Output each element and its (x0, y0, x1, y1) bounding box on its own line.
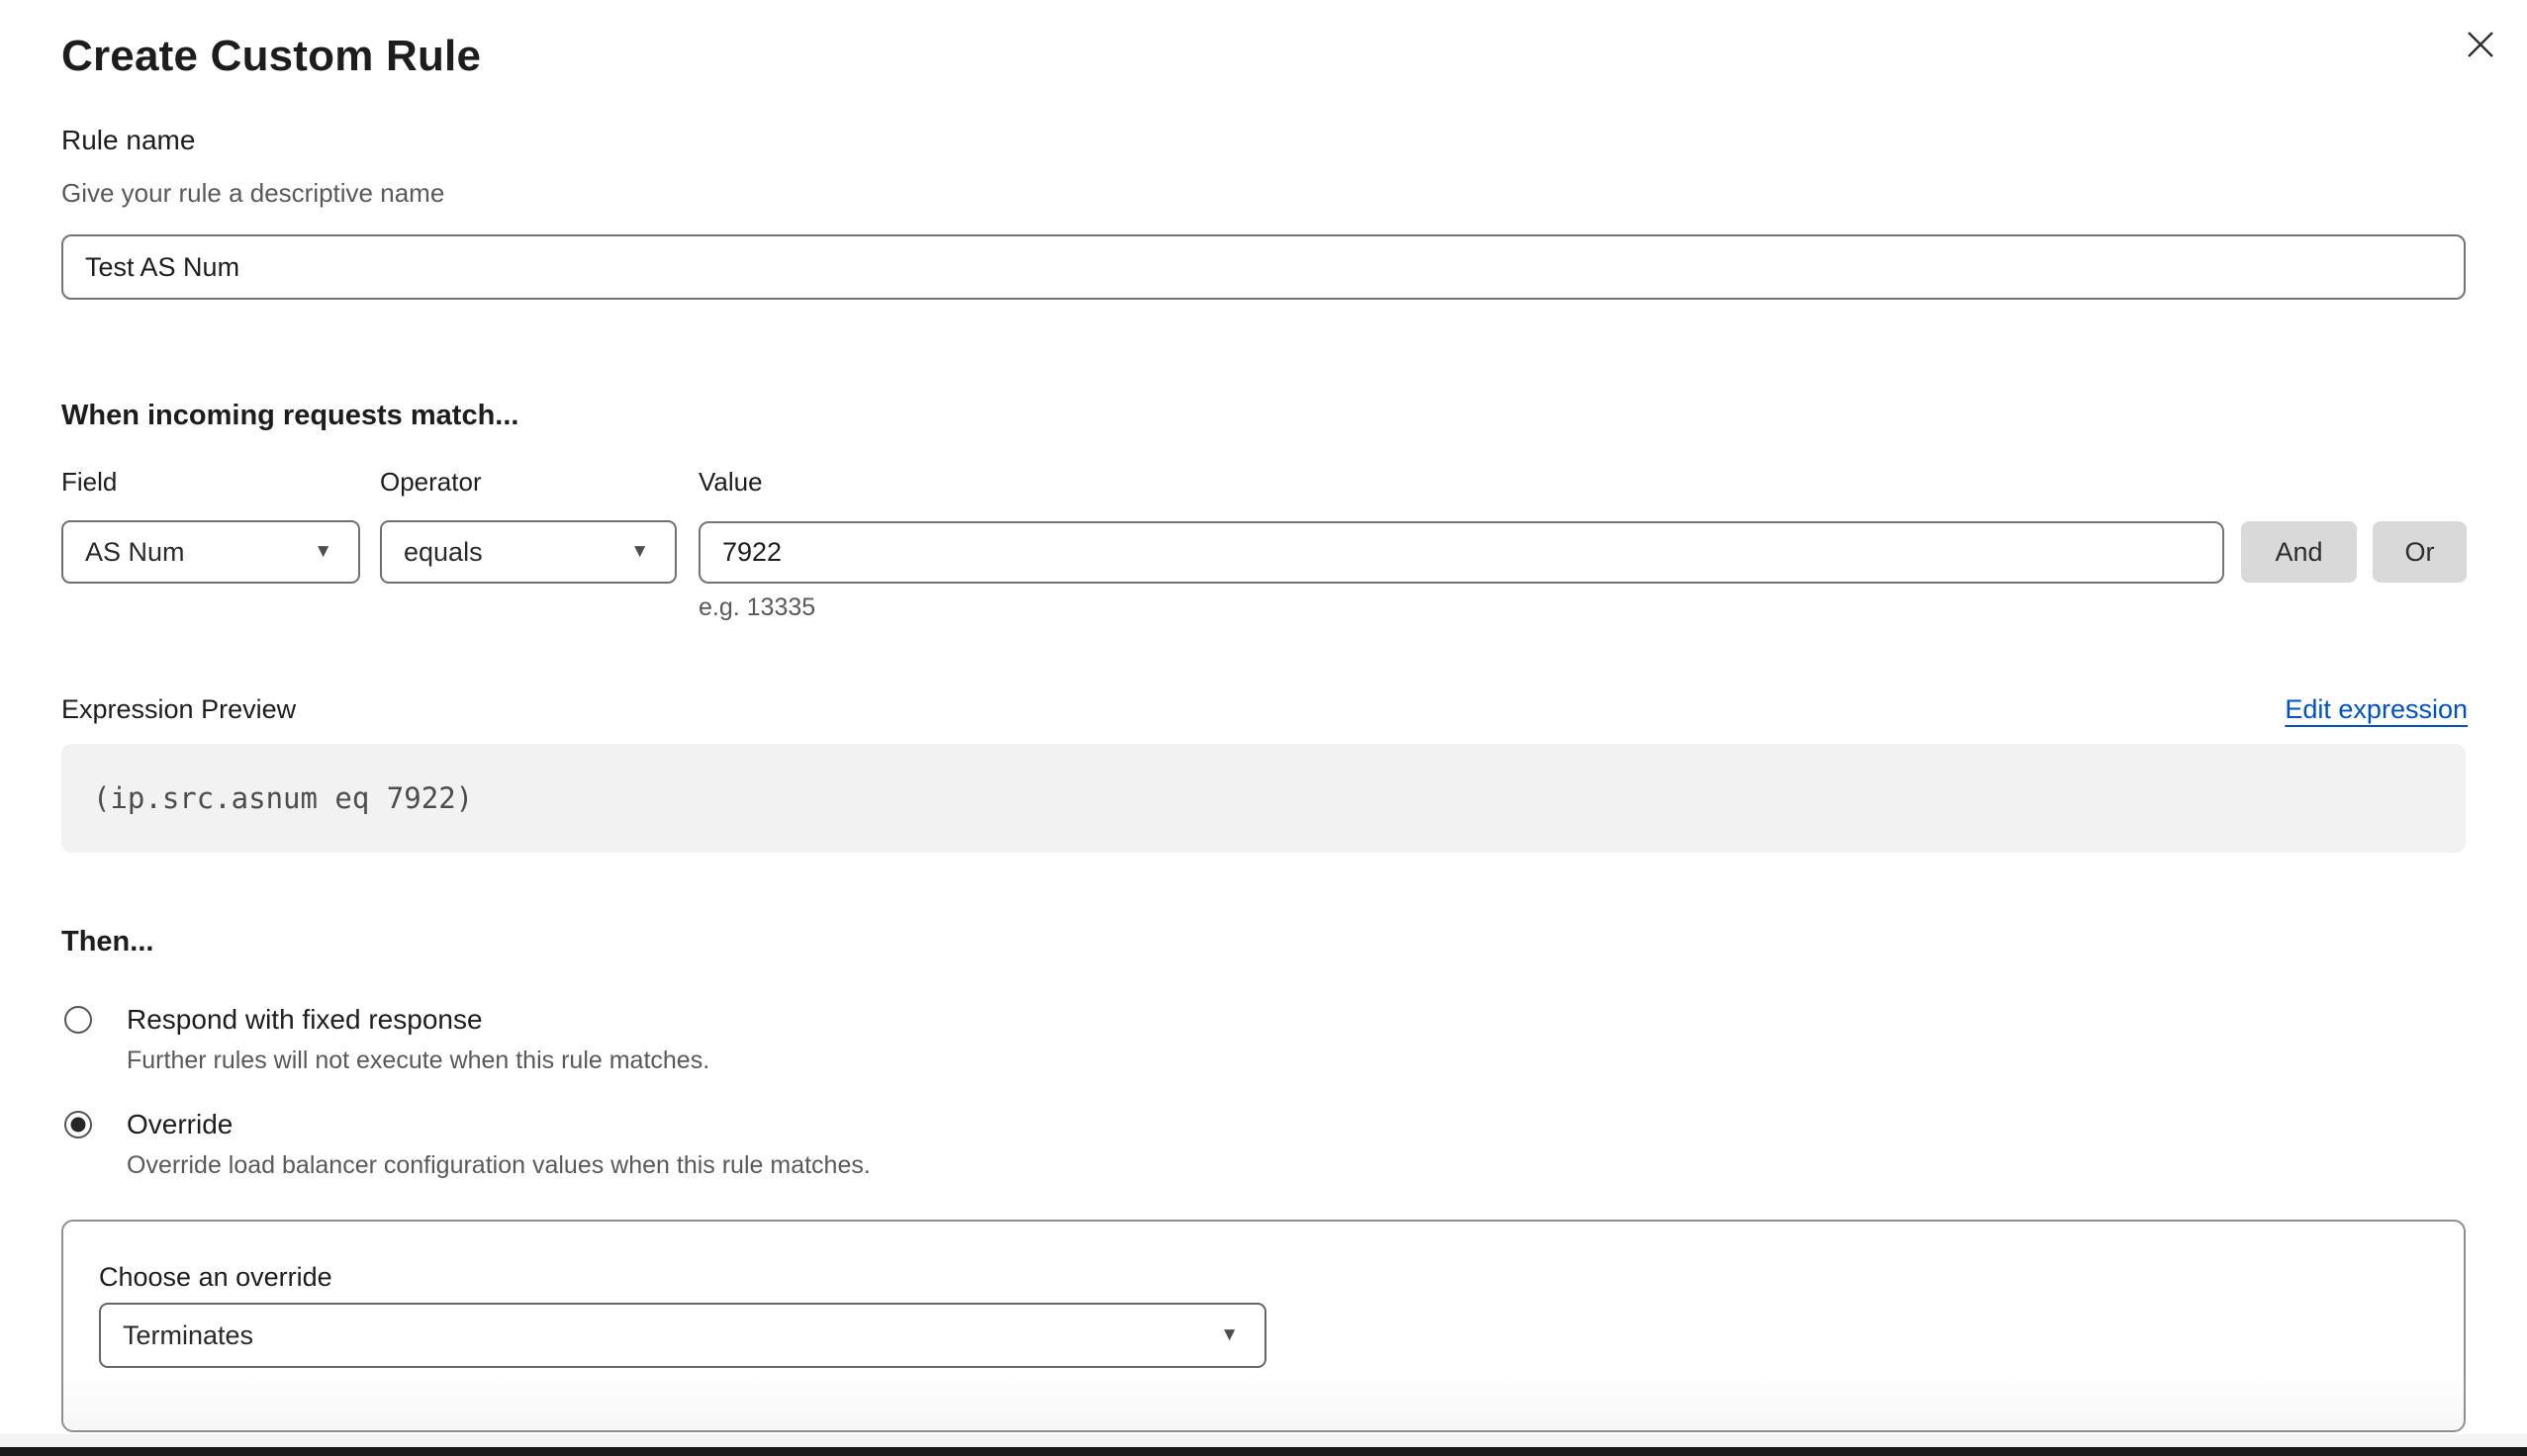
then-heading: Then... (61, 926, 153, 958)
chevron-down-icon: ▼ (630, 541, 649, 563)
radio-respond-fixed-response[interactable] (64, 1006, 92, 1034)
and-button[interactable]: And (2241, 521, 2357, 583)
background-page-strip (0, 1447, 2527, 1456)
expression-preview-box: (ip.src.asnum eq 7922) (61, 744, 2466, 853)
radio-respond-description: Further rules will not execute when this… (127, 1046, 709, 1075)
close-icon (2464, 28, 2497, 61)
operator-select[interactable]: equals ▼ (380, 520, 677, 584)
override-select-value: Terminates (123, 1320, 253, 1351)
field-select[interactable]: AS Num ▼ (61, 520, 360, 584)
close-button[interactable] (2464, 28, 2497, 61)
radio-override-label[interactable]: Override (127, 1109, 233, 1140)
match-heading: When incoming requests match... (61, 400, 518, 432)
expression-preview-code: (ip.src.asnum eq 7922) (61, 781, 473, 815)
choose-override-label: Choose an override (99, 1262, 332, 1293)
or-button[interactable]: Or (2373, 521, 2467, 583)
expression-preview-label: Expression Preview (61, 694, 296, 725)
dialog-title: Create Custom Rule (61, 32, 481, 81)
rule-name-label: Rule name (61, 125, 195, 156)
value-hint: e.g. 13335 (699, 593, 815, 622)
rule-name-helper: Give your rule a descriptive name (61, 178, 444, 209)
create-custom-rule-dialog: Create Custom Rule Rule name Give your r… (0, 0, 2527, 1456)
chevron-down-icon: ▼ (1220, 1324, 1239, 1346)
radio-override-description: Override load balancer configuration val… (127, 1151, 871, 1180)
chevron-down-icon: ▼ (314, 541, 332, 563)
radio-override[interactable] (64, 1111, 92, 1138)
rule-name-input[interactable] (61, 234, 2466, 300)
operator-label: Operator (380, 467, 482, 498)
operator-select-value: equals (404, 537, 483, 568)
radio-respond-label[interactable]: Respond with fixed response (127, 1004, 483, 1036)
edit-expression-link[interactable]: Edit expression (2285, 694, 2468, 725)
field-select-value: AS Num (85, 537, 185, 568)
field-label: Field (61, 467, 117, 498)
modal-bottom-edge (0, 1434, 2527, 1447)
override-select[interactable]: Terminates ▼ (99, 1303, 1266, 1368)
value-label: Value (699, 467, 763, 498)
value-input[interactable] (699, 521, 2224, 584)
